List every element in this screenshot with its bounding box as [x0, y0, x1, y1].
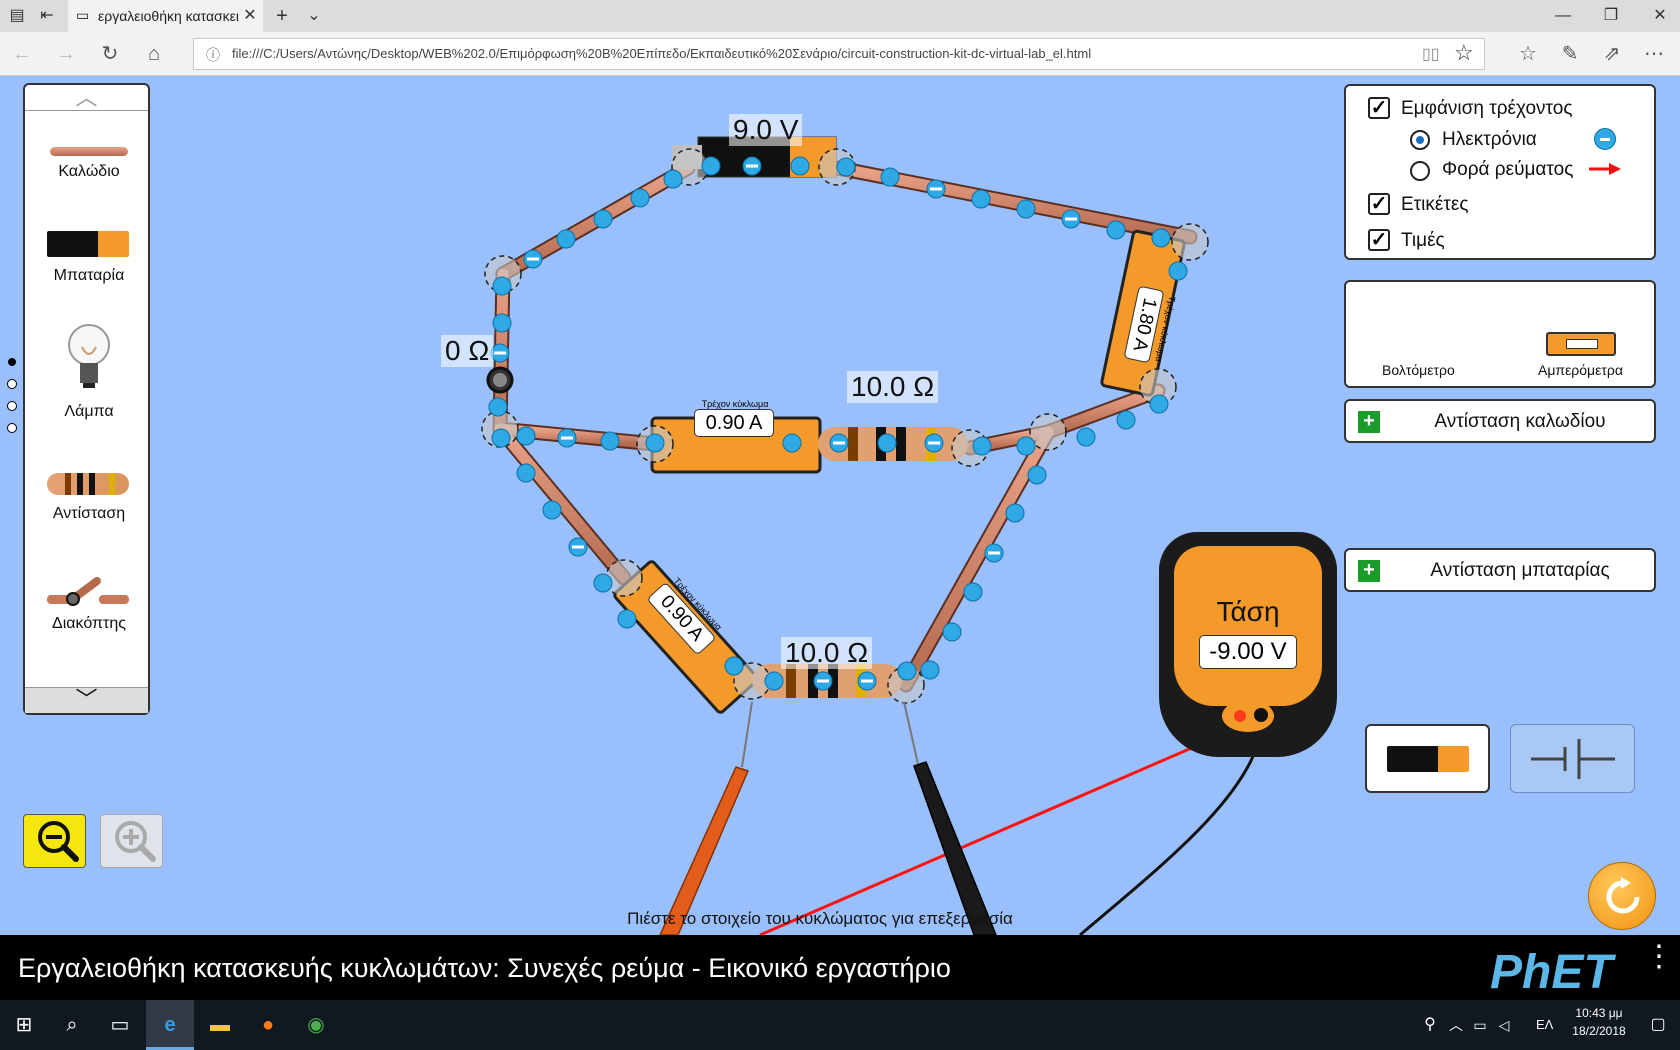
page-icon: ▭ [76, 7, 90, 23]
labels-checkbox[interactable]: ✓ [1368, 193, 1390, 215]
start-icon[interactable]: ⊞ [0, 1000, 48, 1050]
wire-resistance-accordion[interactable]: + Αντίσταση καλωδίου [1344, 399, 1656, 443]
close-window-icon[interactable]: ✕ [1645, 0, 1675, 32]
reset-icon [1606, 877, 1640, 914]
browser-tab-bar: ▤ ⇤ ▭ εργαλειοθήκη κατασκει ✕ + ⌄ — ❐ ✕ [0, 0, 1680, 32]
ammeter-middle-reading: 0.90 A [694, 409, 774, 437]
expand-plus-icon[interactable]: + [1358, 560, 1380, 582]
wire[interactable] [494, 423, 630, 584]
ammeter-middle-title: Τρέχον κύκλωμα [701, 399, 769, 409]
phet-menu-icon[interactable]: ⋮ [1644, 942, 1674, 972]
zoom-out-button[interactable] [23, 814, 86, 868]
zoom-in-button[interactable] [100, 814, 163, 868]
more-icon[interactable]: ⋯ [1634, 32, 1674, 76]
tab-preview-icon[interactable]: ▤ [4, 0, 30, 32]
battery-voltage-label: 9.0 V [729, 114, 803, 146]
red-arrow-icon [1589, 163, 1621, 175]
chevron-down-icon[interactable]: ⌄ [302, 0, 326, 32]
ammeter-tool-icon[interactable] [1546, 332, 1616, 356]
view-control-panel: ✓ Εμφάνιση τρέχοντος Ηλεκτρόνια Φορά ρεύ… [1344, 84, 1656, 260]
browser-tab[interactable]: ▭ εργαλειοθήκη κατασκει [68, 0, 263, 32]
tab-title: εργαλειοθήκη κατασκει [98, 8, 240, 24]
expand-plus-icon[interactable]: + [1358, 411, 1380, 433]
wire-resistance-title: Αντίσταση καλωδίου [1434, 411, 1606, 432]
conventional-label: Φορά ρεύματος [1442, 159, 1574, 180]
volume-icon[interactable]: ◁ [1492, 1000, 1516, 1050]
sim-title-bar: Εργαλειοθήκη κατασκευής κυκλωμάτων: Συνε… [0, 935, 1680, 1000]
electron-icon [1594, 128, 1616, 150]
voltmeter-tool-label: Βολτόμετρο [1382, 362, 1455, 378]
wires[interactable] [494, 162, 1196, 691]
vertex[interactable] [1171, 223, 1209, 261]
favorite-star-icon[interactable]: ☆ [1454, 40, 1474, 66]
voltmeter[interactable]: Τάση -9.00 V [1159, 532, 1337, 757]
lifelike-view-button[interactable] [1365, 724, 1490, 793]
sensor-toolbox: Βολτόμετρο Αμπερόμετρα [1344, 280, 1656, 388]
new-tab-icon[interactable]: + [270, 0, 294, 32]
home-icon[interactable]: ⌂ [134, 32, 174, 76]
zoom-in-icon [115, 821, 156, 862]
voltmeter-reading: -9.00 V [1199, 635, 1297, 669]
zoom-out-icon [38, 821, 79, 862]
reading-view-icon[interactable]: ▯▯ [1422, 44, 1440, 64]
url-text: file:///C:/Users/Αντώνης/Desktop/WEB%202… [232, 46, 1092, 61]
search-icon[interactable]: ⌕ [48, 1000, 96, 1050]
vertex[interactable] [1029, 413, 1067, 451]
values-label: Τιμές [1401, 230, 1445, 251]
back-icon[interactable]: ← [2, 32, 42, 76]
hint-text: Πιέστε το στοιχείο του κυκλώματος για επ… [627, 909, 1013, 928]
notifications-icon[interactable]: ▢ [1634, 1000, 1680, 1050]
close-tab-icon[interactable]: ✕ [238, 0, 262, 32]
refresh-icon[interactable]: ↻ [90, 32, 130, 76]
battery-resistance-title: Αντίσταση μπαταρίας [1430, 560, 1610, 581]
share-icon[interactable]: ⇗ [1592, 32, 1632, 76]
forward-icon[interactable]: → [46, 32, 86, 76]
voltmeter-title: Τάση [1216, 596, 1280, 627]
switch[interactable] [486, 366, 514, 394]
black-terminal [1254, 708, 1268, 722]
voltmeter-probes[interactable] [659, 701, 1264, 935]
chrome-icon[interactable]: ◉ [292, 1000, 340, 1050]
ammeter-tool-label: Αμπερόμετρα [1538, 362, 1623, 378]
firefox-icon[interactable]: ● [244, 1000, 292, 1050]
set-aside-tabs-icon[interactable]: ⇤ [34, 0, 60, 32]
conventional-radio[interactable] [1410, 161, 1430, 181]
network-icon[interactable]: ▭ [1468, 1000, 1492, 1050]
minimize-icon[interactable]: — [1548, 0, 1578, 32]
favorites-hub-icon[interactable]: ☆ [1508, 32, 1548, 76]
restore-icon[interactable]: ❐ [1596, 0, 1626, 32]
edge-icon[interactable]: e [146, 1000, 194, 1050]
show-current-label: Εμφάνιση τρέχοντος [1401, 98, 1573, 119]
sim-title: Εργαλειοθήκη κατασκευής κυκλωμάτων: Συνε… [18, 953, 951, 983]
battery-icon [1387, 746, 1469, 772]
battery-symbol-icon [1531, 739, 1615, 779]
phet-logo[interactable]: PhET [1490, 945, 1613, 1000]
show-current-checkbox[interactable]: ✓ [1368, 97, 1390, 119]
electrons-radio[interactable] [1410, 130, 1430, 150]
clock-time[interactable]: 10:43 μμ [1568, 1006, 1630, 1020]
reset-all-button[interactable] [1588, 862, 1656, 930]
file-explorer-icon[interactable]: ▬ [196, 1000, 244, 1050]
resistor1-value-label: 10.0 Ω [847, 371, 939, 403]
values-checkbox[interactable]: ✓ [1368, 229, 1390, 251]
simulation-area[interactable]: ︿ Καλώδιο Μπαταρία Λάμπα Αντίσταση Διακό… [0, 77, 1680, 935]
resistor2-value-label: 10.0 Ω [781, 637, 873, 669]
electrons-label: Ηλεκτρόνια [1442, 129, 1537, 150]
pen-icon[interactable]: ✎ [1550, 32, 1590, 76]
task-view-icon[interactable]: ▭ [96, 1000, 144, 1050]
wire-outlines [492, 160, 1198, 693]
labels-label: Ετικέτες [1401, 194, 1469, 215]
switch-resistance-label: 0 Ω [441, 335, 494, 367]
info-icon[interactable]: ⓘ [206, 45, 220, 65]
schematic-view-button[interactable] [1510, 724, 1635, 793]
battery-resistance-accordion[interactable]: + Αντίσταση μπαταρίας [1344, 548, 1656, 592]
wire[interactable] [900, 426, 1054, 691]
chevron-up-icon[interactable]: ︿ [1444, 1000, 1468, 1050]
language-indicator[interactable]: ΕΛ [1536, 1017, 1553, 1032]
clock-date[interactable]: 18/2/2018 [1568, 1024, 1630, 1038]
red-terminal [1234, 710, 1246, 722]
